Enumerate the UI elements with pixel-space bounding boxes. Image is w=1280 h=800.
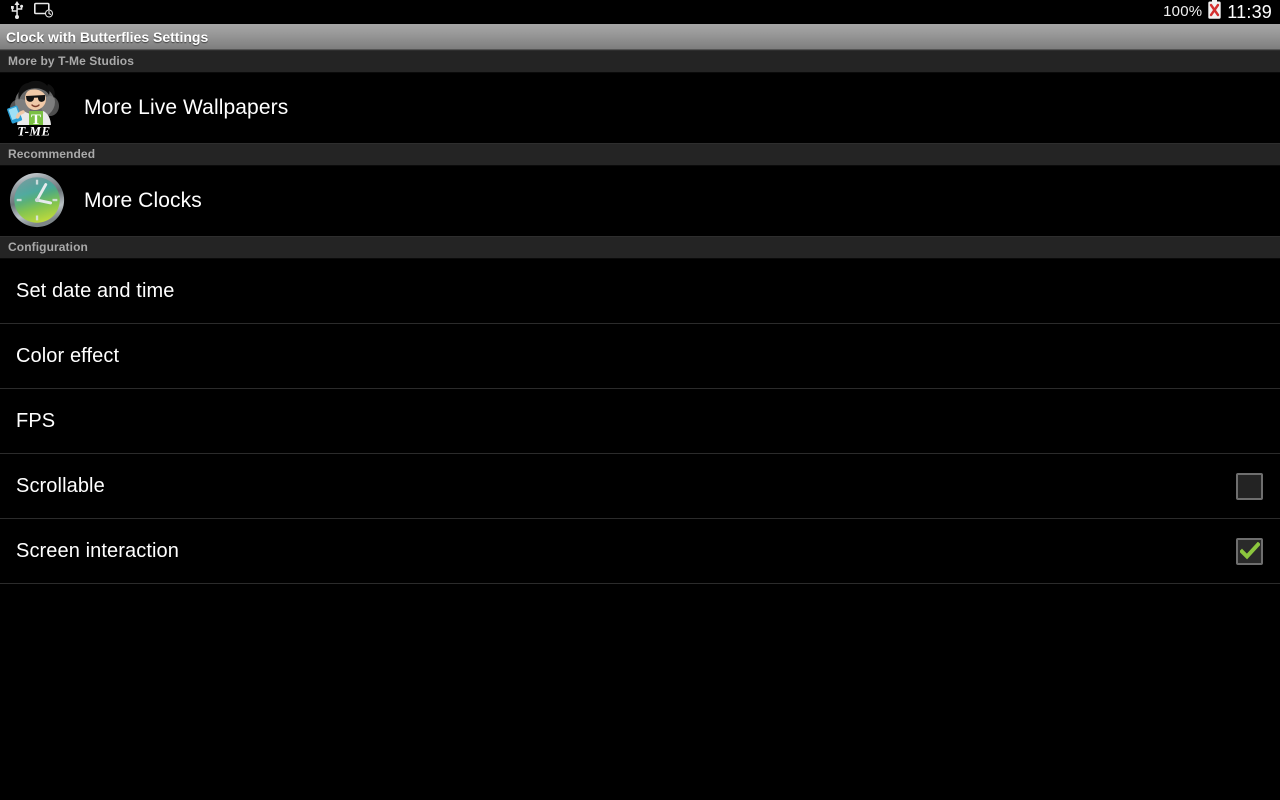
- status-bar-clock: 11:39: [1227, 2, 1272, 22]
- list-item-fps[interactable]: FPS: [0, 389, 1280, 454]
- status-bar-right-info: 100% 11:39: [1163, 0, 1274, 24]
- list-item-label: Set date and time: [16, 279, 175, 302]
- status-bar-left-icons: [10, 0, 54, 24]
- battery-error-icon: [1208, 0, 1221, 24]
- device-screen: 100% 11:39 Clock with Butterflies Settin…: [0, 0, 1280, 800]
- list-item-screen-interaction[interactable]: Screen interaction: [0, 519, 1280, 584]
- section-header-more-by-t-me-studios: More by T-Me Studios: [0, 50, 1280, 73]
- battery-percent-label: 100%: [1163, 3, 1203, 20]
- screenshot-clock-icon: [34, 2, 54, 23]
- list-item-label: More Live Wallpapers: [84, 96, 289, 119]
- analog-clock-icon: [4, 171, 65, 231]
- usb-icon: [10, 0, 24, 24]
- checkmark-icon: [1239, 542, 1260, 560]
- screen-interaction-checkbox[interactable]: [1236, 537, 1263, 565]
- section-header-recommended: Recommended: [0, 143, 1280, 166]
- section-header-label: Configuration: [8, 240, 88, 254]
- list-item-set-date-and-time[interactable]: Set date and time: [0, 259, 1280, 324]
- list-item-label: Screen interaction: [16, 539, 180, 562]
- t-me-studios-logo-icon: T T-ME: [4, 78, 64, 138]
- list-item-scrollable[interactable]: Scrollable: [0, 454, 1280, 519]
- list-item-label: Scrollable: [16, 474, 105, 497]
- list-item-more-live-wallpapers[interactable]: T T-ME More Live Wallpapers: [0, 73, 1280, 143]
- list-item-label: Color effect: [16, 344, 120, 367]
- list-item-label: More Clocks: [84, 189, 202, 212]
- scrollable-checkbox[interactable]: [1236, 472, 1263, 500]
- list-item-color-effect[interactable]: Color effect: [0, 324, 1280, 389]
- list-item-more-clocks[interactable]: More Clocks: [0, 166, 1280, 236]
- section-header-configuration: Configuration: [0, 236, 1280, 259]
- empty-list-area: [0, 584, 1280, 800]
- app-title-bar: Clock with Butterflies Settings: [0, 24, 1280, 50]
- page-title: Clock with Butterflies Settings: [6, 28, 209, 45]
- settings-list: More by T-Me Studios T T-ME More Live Wa…: [0, 50, 1280, 584]
- section-header-label: More by T-Me Studios: [8, 54, 135, 68]
- section-header-label: Recommended: [8, 147, 96, 161]
- list-item-label: FPS: [16, 409, 56, 432]
- svg-text:T-ME: T-ME: [17, 123, 50, 138]
- status-bar: 100% 11:39: [0, 0, 1280, 24]
